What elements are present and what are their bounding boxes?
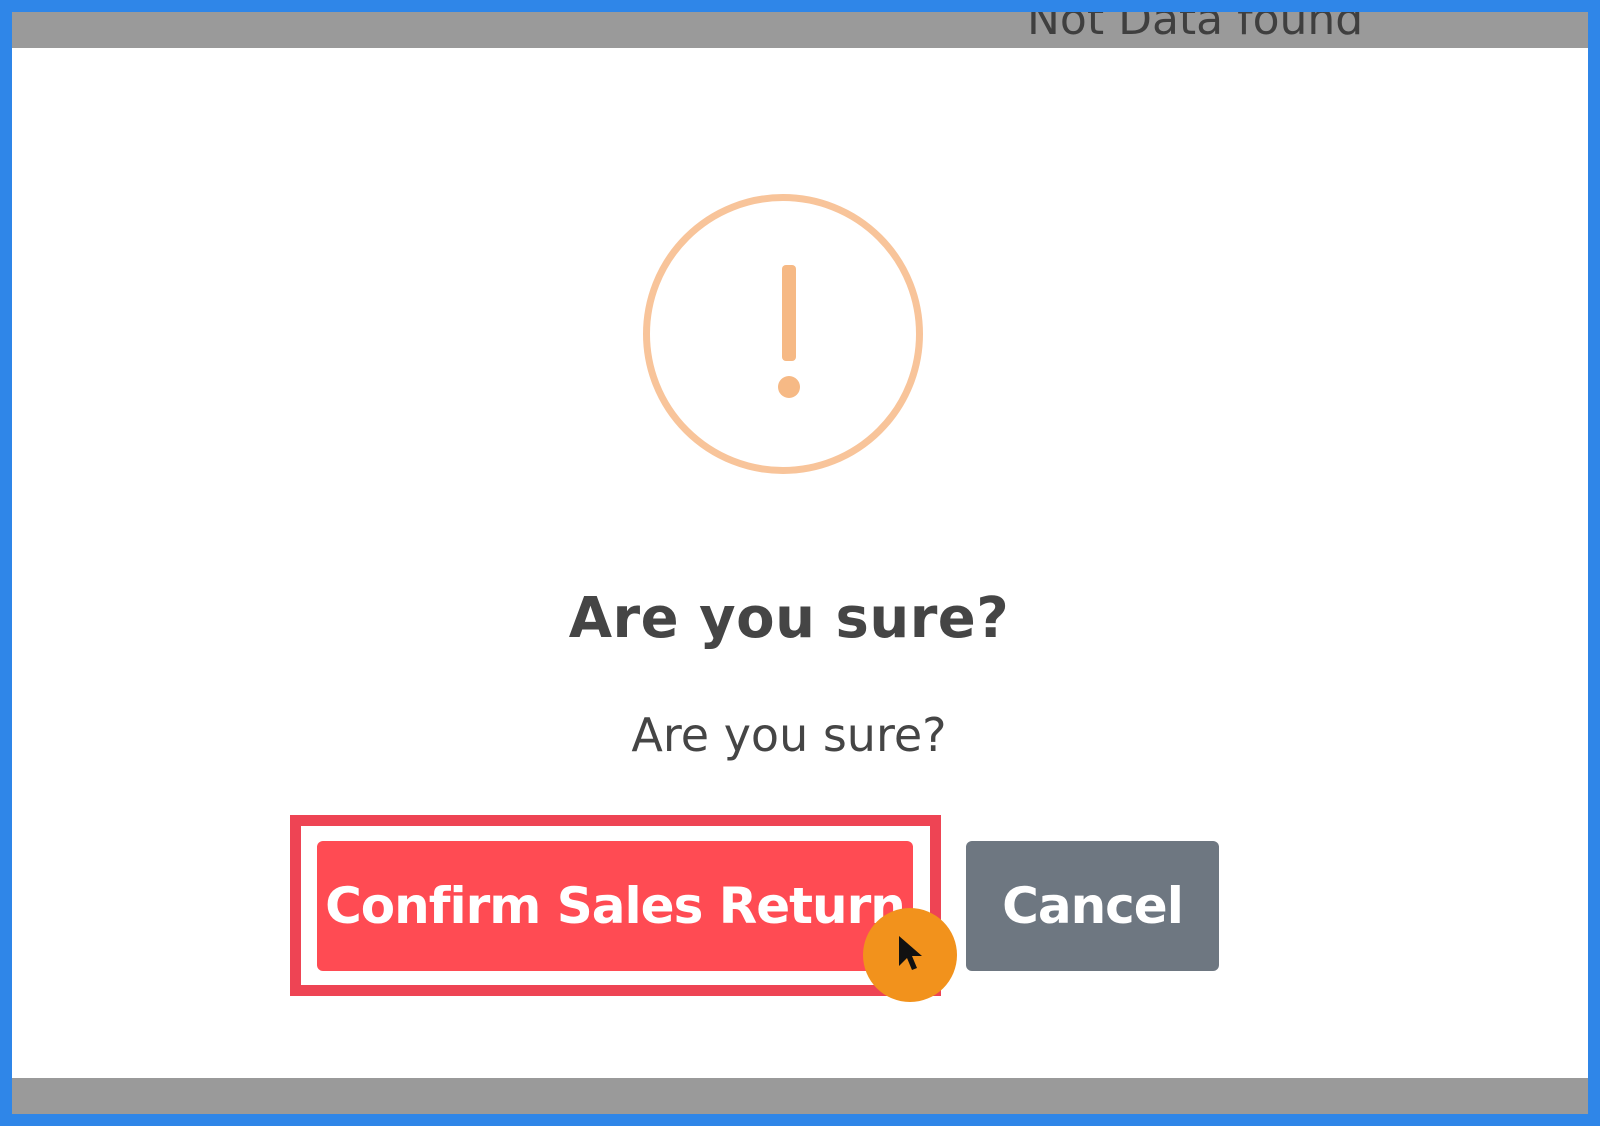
dialog-title: Are you sure? (568, 586, 1010, 651)
warning-icon (643, 194, 923, 474)
cancel-button[interactable]: Cancel (966, 841, 1219, 971)
exclamation-bar (782, 265, 796, 361)
backdrop-overlay-top: Not Data found (12, 12, 1588, 48)
screenshot-frame: Not Data found Are you sure? Are you sur… (0, 0, 1600, 1126)
backdrop-overlay-bottom (12, 1078, 1588, 1114)
mouse-pointer-icon (899, 936, 922, 970)
empty-state-text: Not Data found (1027, 12, 1364, 45)
dialog-text: Are you sure? (631, 708, 947, 762)
confirmation-dialog: Are you sure? Are you sure? Confirm Sale… (12, 48, 1588, 1078)
cursor-indicator (863, 908, 957, 1002)
exclamation-dot (778, 376, 800, 398)
confirm-sales-return-button[interactable]: Confirm Sales Return (317, 841, 913, 971)
